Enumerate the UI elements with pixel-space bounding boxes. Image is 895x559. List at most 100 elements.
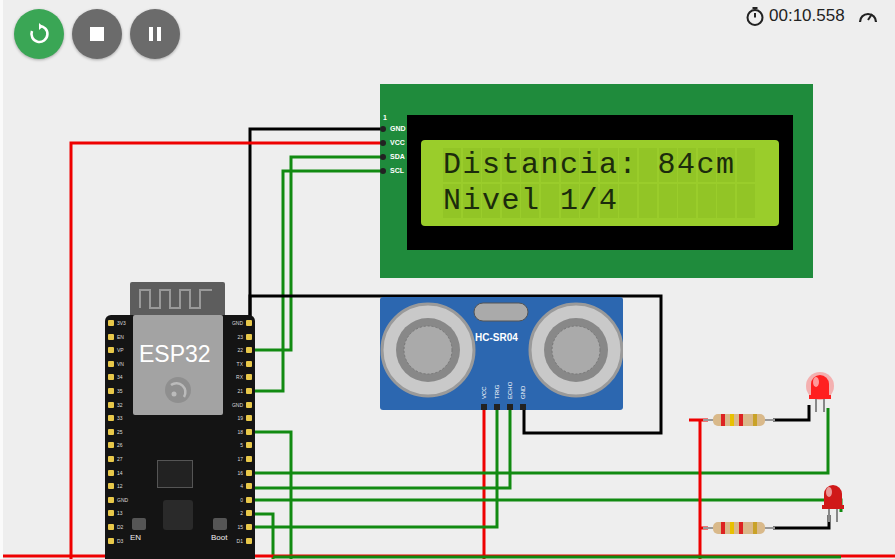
- lcd-pin-label: SDA: [390, 150, 405, 164]
- esp32-pin: [246, 483, 252, 489]
- esp32-pin-label: GND: [117, 497, 128, 503]
- esp32-pin: [108, 456, 114, 462]
- esp32-pin-label: 15: [225, 524, 243, 530]
- esp32-pin-label: 2: [225, 510, 243, 516]
- esp32-pin-label: 13: [117, 510, 123, 516]
- esp32-pin: [108, 415, 114, 421]
- esp32-pin-label: 23: [225, 334, 243, 340]
- esp32-pin: [246, 524, 252, 530]
- esp32-pin-label: RX: [225, 374, 243, 380]
- esp32-pin: [246, 456, 252, 462]
- esp32-pin-label: 19: [225, 415, 243, 421]
- esp32-pin-label: D3: [117, 538, 123, 544]
- restart-icon: [28, 23, 50, 45]
- lcd-pin: [380, 154, 386, 160]
- esp32-pin-label: 5: [225, 442, 243, 448]
- esp32-pin-label: 16: [225, 470, 243, 476]
- esp32-pin: [108, 429, 114, 435]
- esp32-pin-label: GND: [225, 320, 243, 326]
- esp32-pin: [246, 320, 252, 326]
- esp32-pin: [108, 538, 114, 544]
- esp32-pin: [246, 361, 252, 367]
- esp32-pin: [246, 347, 252, 353]
- lcd-display[interactable]: 1GNDVCCSDASCLDistancia: 84cmNivel 1/4: [380, 84, 813, 278]
- lcd-line: Nivel 1/4: [443, 184, 756, 218]
- resistor[interactable]: [703, 414, 775, 426]
- esp32-boot-button[interactable]: [213, 518, 227, 530]
- elapsed-time: 00:10.558: [769, 3, 845, 29]
- esp32-pin-label: 18: [225, 429, 243, 435]
- esp32-pin-label: 14: [117, 470, 123, 476]
- esp32-pin-label: 12: [117, 483, 123, 489]
- lcd-pin-label: VCC: [390, 136, 405, 150]
- esp32-en-button[interactable]: [132, 518, 146, 530]
- lcd-pin: [380, 168, 386, 174]
- esp32-pin-label: D1: [225, 538, 243, 544]
- esp32-pin-label: 21: [225, 388, 243, 394]
- esp32-pin-label: 32: [117, 402, 123, 408]
- esp32-pin-label: 35: [117, 388, 123, 394]
- esp32-pin-label: 17: [225, 456, 243, 462]
- lcd-bezel: Distancia: 84cmNivel 1/4: [407, 115, 793, 250]
- lcd-pin: [380, 140, 386, 146]
- sensor-pin-label: TRIG: [493, 385, 502, 399]
- espressif-logo-icon: [163, 375, 193, 405]
- esp32-pin-label: 26: [117, 442, 123, 448]
- esp32-pin: [108, 483, 114, 489]
- transducer-icon: [380, 297, 623, 410]
- esp32-label: ESP32: [139, 337, 211, 372]
- esp32-pin-label: 3V3: [117, 320, 126, 326]
- esp32-pin-label: 34: [117, 374, 123, 380]
- esp32-pin-label: 27: [117, 456, 123, 462]
- esp32-pin: [108, 361, 114, 367]
- sensor-pin-label: GND: [519, 386, 528, 399]
- esp32-pin: [108, 388, 114, 394]
- sensor-pin: [494, 404, 500, 410]
- esp32-pin: [108, 347, 114, 353]
- esp32-pin: [246, 470, 252, 476]
- resistor[interactable]: [703, 522, 775, 534]
- esp32-module: ESP32: [133, 315, 223, 415]
- esp32-pin: [246, 510, 252, 516]
- esp32-pin-label: GND: [225, 402, 243, 408]
- pause-button[interactable]: [130, 9, 180, 59]
- esp32-pin-label: TX: [225, 361, 243, 367]
- esp32-pin: [108, 497, 114, 503]
- speed-icon: [857, 6, 879, 26]
- esp32-pin: [246, 402, 252, 408]
- esp32-pin-label: EN: [117, 334, 124, 340]
- esp32-button-label: Boot: [211, 532, 227, 544]
- esp32-pin: [246, 334, 252, 340]
- esp32-chip: [163, 500, 193, 530]
- stop-button[interactable]: [72, 9, 122, 59]
- sensor-pin-label: VCC: [480, 386, 489, 399]
- esp32-pin: [108, 374, 114, 380]
- esp32-pin: [108, 470, 114, 476]
- esp32-pin-label: VP: [117, 347, 124, 353]
- esp32-button-label: EN: [130, 532, 141, 544]
- red-led[interactable]: [806, 370, 834, 412]
- esp32-pin-label: D2: [117, 524, 123, 530]
- esp32-pin: [246, 388, 252, 394]
- esp32-pin: [246, 442, 252, 448]
- esp32-pin-label: 33: [117, 415, 123, 421]
- ultrasonic-sensor[interactable]: HC-SR04VCCTRIGECHOGND: [380, 297, 623, 410]
- stop-icon: [88, 25, 106, 43]
- lcd-pin-label: SCL: [390, 164, 404, 178]
- red-led[interactable]: [819, 480, 847, 522]
- esp32-pin: [108, 510, 114, 516]
- simulation-canvas[interactable]: 00:10.558 1GNDVCCSDASCLDistancia: 84cmNiv…: [0, 0, 895, 559]
- antenna-icon: [130, 282, 225, 315]
- lcd-pin: [380, 126, 386, 132]
- restart-button[interactable]: [14, 9, 64, 59]
- esp32-pin: [246, 497, 252, 503]
- esp32-pin-label: 4: [225, 483, 243, 489]
- sensor-pin: [520, 404, 526, 410]
- esp32-pin: [108, 524, 114, 530]
- esp32-pin-label: 22: [225, 347, 243, 353]
- sensor-pin: [481, 404, 487, 410]
- esp32-pin: [246, 374, 252, 380]
- sensor-pin: [507, 404, 513, 410]
- esp32-pin: [246, 538, 252, 544]
- pause-icon: [146, 25, 164, 43]
